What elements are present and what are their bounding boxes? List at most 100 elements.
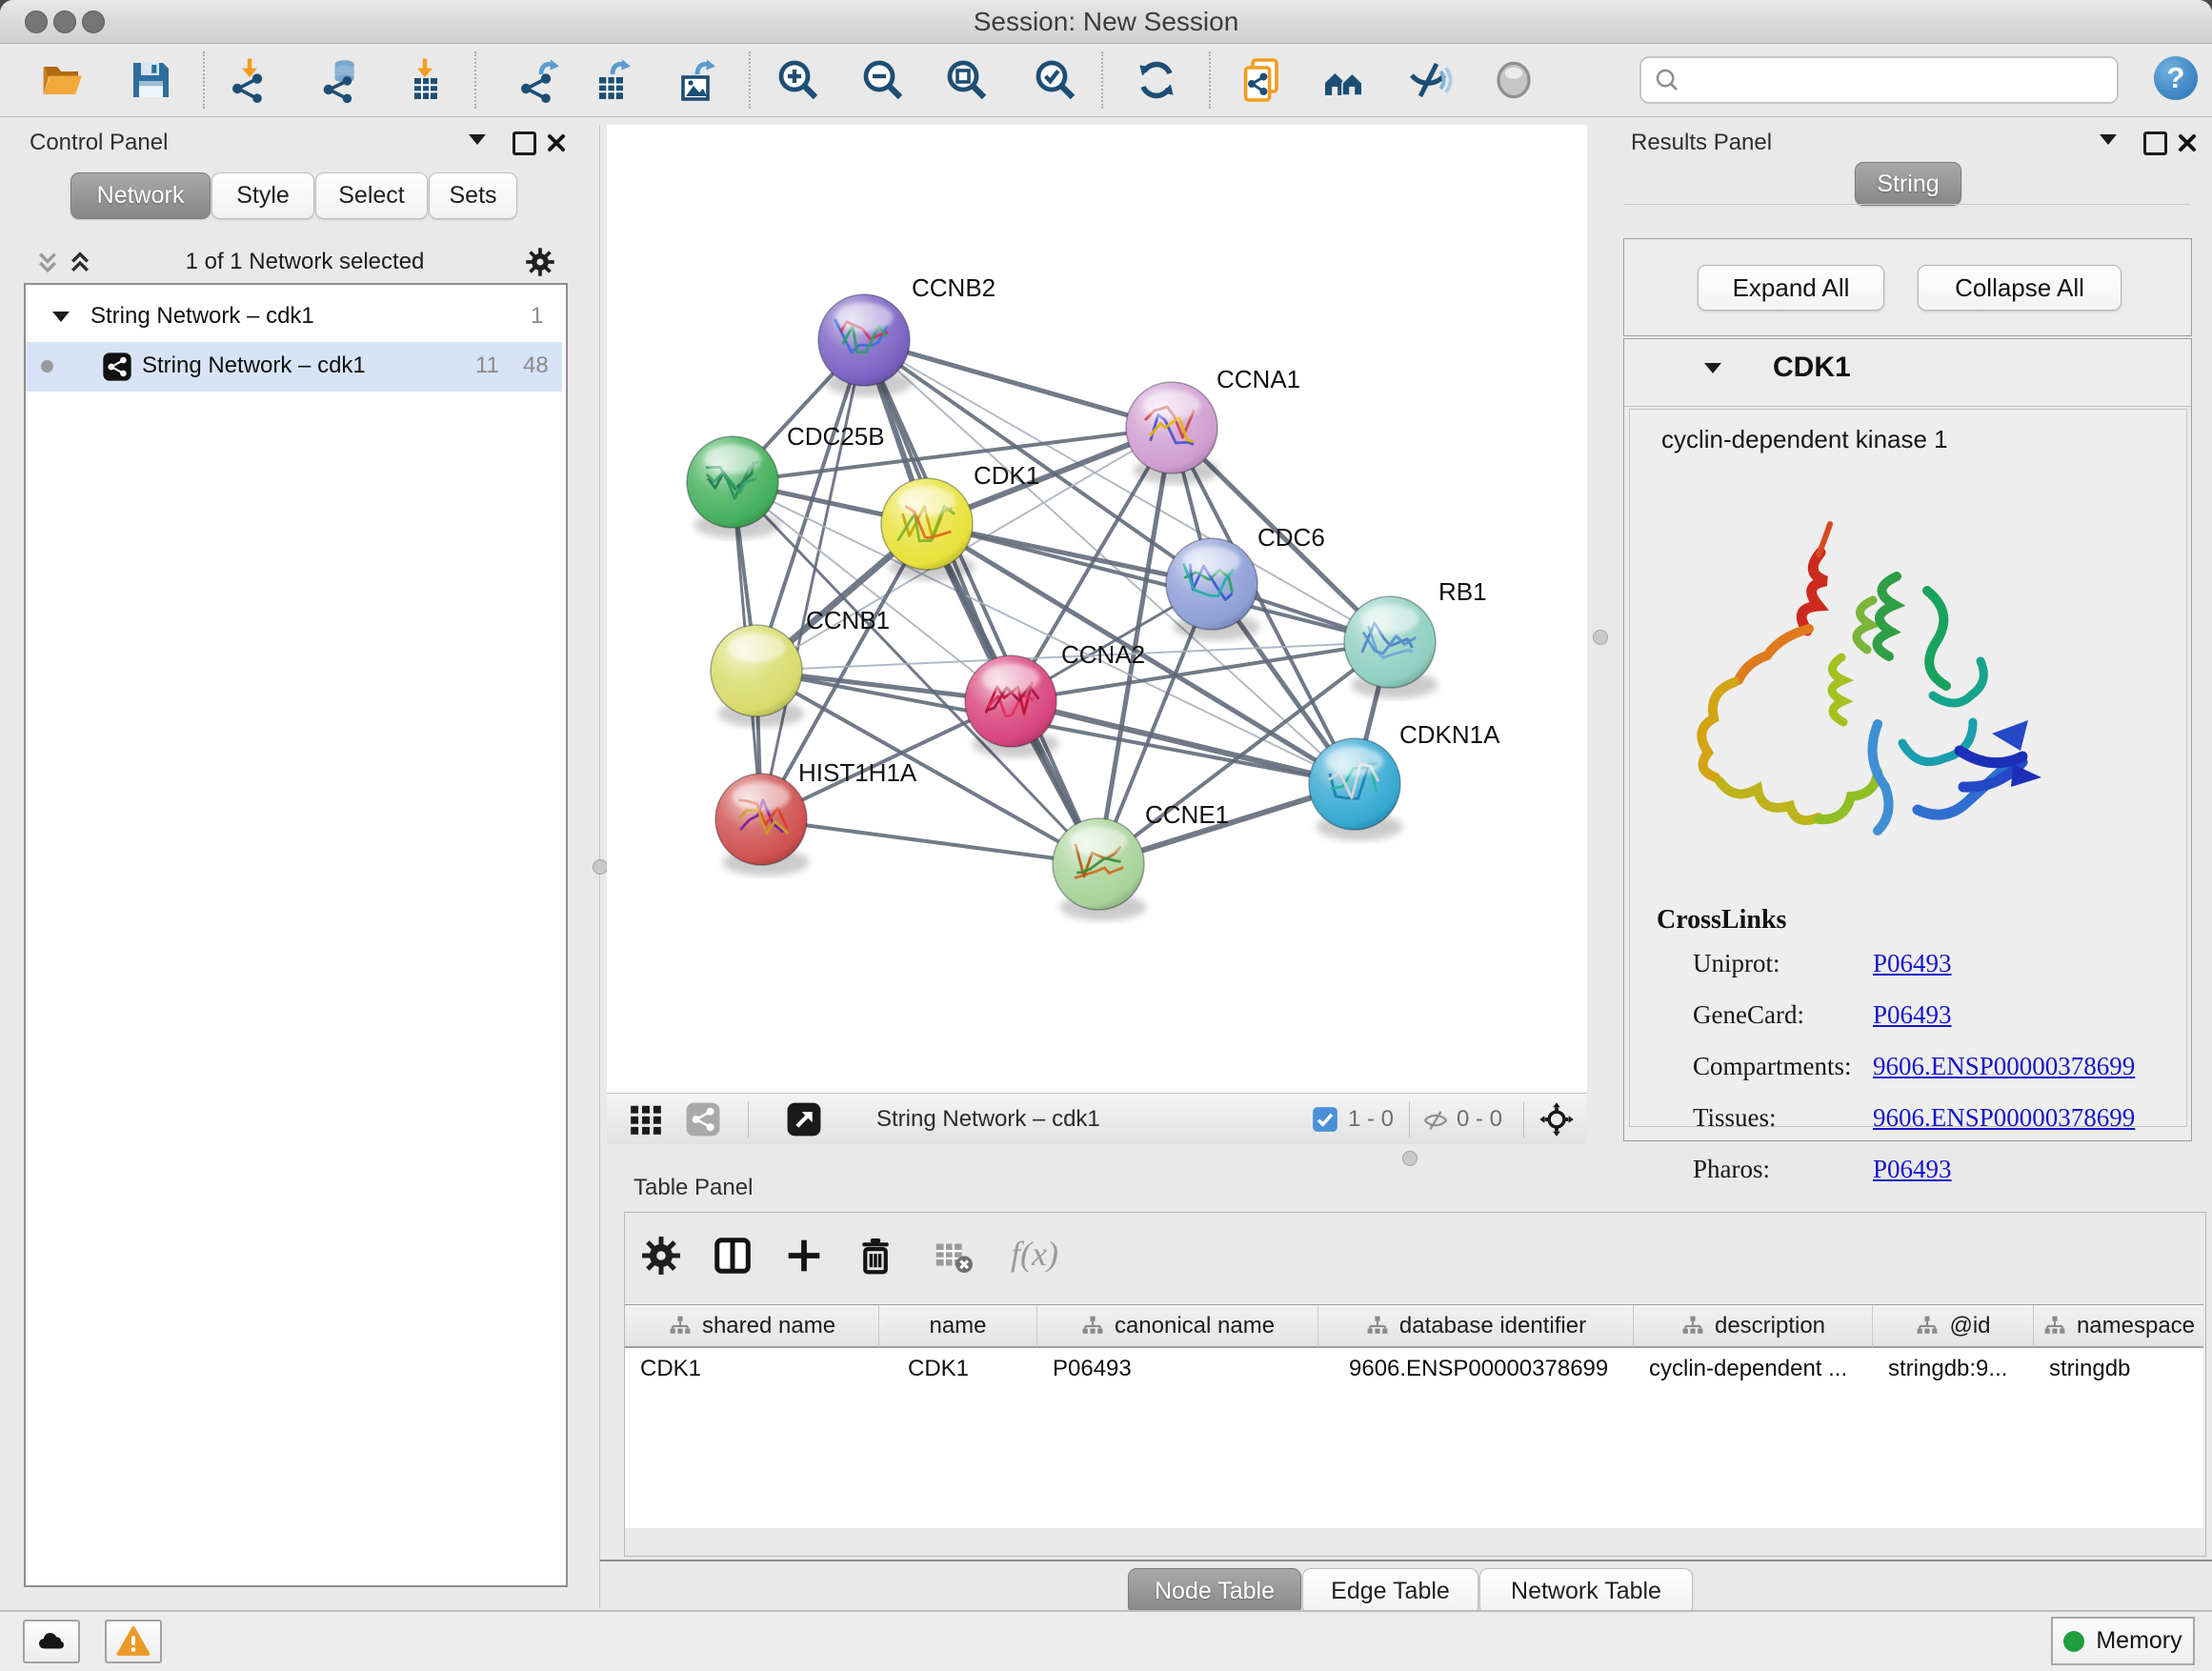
control-panel-float-icon[interactable]: [513, 131, 536, 155]
import-network-icon[interactable]: [227, 57, 272, 103]
warnings-button[interactable]: [105, 1620, 162, 1663]
network-tree-root-row[interactable]: String Network – cdk1 1: [26, 292, 562, 342]
fit-content-crosshair-icon[interactable]: [1538, 1101, 1575, 1137]
memory-button[interactable]: Memory: [2051, 1617, 2195, 1665]
network-edge-HIST1H1A-CCNE1[interactable]: [761, 819, 1098, 864]
tab-sets[interactable]: Sets: [429, 172, 517, 219]
first-neighbors-icon[interactable]: [1321, 57, 1367, 103]
network-share-icon[interactable]: [685, 1101, 721, 1137]
left-splitter-handle[interactable]: [593, 859, 608, 875]
table-cell[interactable]: cyclin-dependent ...: [1634, 1348, 1872, 1390]
column-header[interactable]: description: [1634, 1305, 1873, 1348]
column-header[interactable]: shared name: [625, 1305, 879, 1348]
entry-gene-name: CDK1: [1773, 352, 1851, 384]
table-cell[interactable]: stringdb: [2034, 1348, 2203, 1390]
right-splitter-handle[interactable]: [1593, 630, 1608, 645]
bottom-splitter-handle[interactable]: [1402, 1151, 1418, 1166]
refresh-icon[interactable]: [1134, 57, 1179, 103]
selected-checkbox-icon[interactable]: [1312, 1106, 1338, 1133]
zoom-selected-icon[interactable]: [1033, 57, 1078, 103]
export-image-icon[interactable]: [674, 57, 719, 103]
collapse-all-button[interactable]: Collapse All: [1918, 265, 2122, 311]
show-columns-icon[interactable]: [711, 1234, 754, 1278]
node-gloss: [728, 634, 785, 663]
help-button[interactable]: ?: [2154, 56, 2198, 100]
entry-description: cyclin-dependent kinase 1: [1661, 425, 1948, 454]
clone-network-icon[interactable]: [1238, 57, 1284, 103]
function-builder-icon[interactable]: f(x): [1011, 1234, 1058, 1274]
delete-table-icon[interactable]: [932, 1234, 975, 1278]
zoom-out-icon[interactable]: [860, 57, 906, 103]
tab-network-table[interactable]: Network Table: [1479, 1568, 1693, 1615]
tab-network[interactable]: Network: [70, 172, 211, 219]
crosslinks-heading: CrossLinks: [1657, 905, 1786, 936]
show-all-icon[interactable]: [1491, 57, 1537, 103]
collapse-all-networks-icon[interactable]: [34, 250, 61, 276]
tab-string[interactable]: String: [1855, 162, 1961, 206]
save-session-icon[interactable]: [128, 57, 173, 103]
tree-collapse-icon[interactable]: [52, 312, 70, 322]
column-label: namespace: [2077, 1313, 2195, 1339]
column-type-icon: [2042, 1314, 2067, 1339]
crosslink-pharos-link[interactable]: P06493: [1873, 1155, 1952, 1184]
open-session-icon[interactable]: [40, 57, 86, 103]
expand-all-button[interactable]: Expand All: [1698, 265, 1884, 311]
network-canvas[interactable]: CCNB2CCNA1CDC25BCDK1CDC6RB1CCNB1CCNA2CDK…: [607, 125, 1587, 1093]
crosslink-label: Uniprot:: [1693, 949, 1780, 978]
table-cell[interactable]: CDK1: [879, 1348, 1051, 1390]
hidden-eye-slash-icon[interactable]: [1421, 1106, 1450, 1135]
export-network-icon[interactable]: [515, 57, 561, 103]
export-table-icon[interactable]: [589, 57, 634, 103]
results-panel-menu-icon[interactable]: [2100, 134, 2117, 145]
toolbar-separator: [1523, 1101, 1524, 1137]
crosslink-uniprot-link[interactable]: P06493: [1873, 949, 1952, 978]
node-gloss: [1183, 547, 1240, 576]
network-options-gear-icon[interactable]: [524, 246, 556, 278]
network-label: String Network – cdk1: [142, 352, 366, 379]
results-panel-close-icon[interactable]: [2176, 131, 2199, 154]
tab-select[interactable]: Select: [315, 172, 428, 219]
zoom-fit-icon[interactable]: [944, 57, 990, 103]
table-cell[interactable]: stringdb:9...: [1873, 1348, 2033, 1390]
node-label-CCNA2: CCNA2: [1061, 640, 1145, 669]
column-header[interactable]: namespace: [2034, 1305, 2203, 1348]
crosslink-compartments-link[interactable]: 9606.ENSP00000378699: [1873, 1052, 2135, 1081]
network-edge-CCNB2-HIST1H1A[interactable]: [761, 340, 864, 819]
crosslink-genecard-link[interactable]: P06493: [1873, 1000, 1952, 1030]
crosslink-tissues-link[interactable]: 9606.ENSP00000378699: [1873, 1103, 2135, 1133]
tab-node-table[interactable]: Node Table: [1128, 1568, 1301, 1615]
network-graph[interactable]: CCNB2CCNA1CDC25BCDK1CDC6RB1CCNB1CCNA2CDK…: [607, 125, 1587, 1093]
open-in-window-icon[interactable]: [786, 1101, 822, 1137]
table-cell[interactable]: CDK1: [625, 1348, 878, 1390]
add-column-icon[interactable]: [782, 1234, 826, 1278]
column-header[interactable]: @id: [1873, 1305, 2034, 1348]
table-panel: f(x) shared name name canonical name dat…: [624, 1212, 2206, 1557]
cloud-status-button[interactable]: [23, 1620, 80, 1663]
hide-selected-icon[interactable]: [1407, 57, 1453, 103]
search-input[interactable]: [1681, 66, 2117, 94]
table-cell[interactable]: P06493: [1037, 1348, 1317, 1390]
table-settings-gear-icon[interactable]: [639, 1234, 683, 1278]
toolbar-separator: [1101, 51, 1103, 109]
table-cell[interactable]: 9606.ENSP00000378699: [1318, 1348, 1648, 1390]
network-tree-row-selected[interactable]: String Network – cdk1 11 48: [26, 342, 562, 392]
delete-column-trash-icon[interactable]: [854, 1234, 897, 1278]
zoom-in-icon[interactable]: [775, 57, 821, 103]
results-panel-title: Results Panel: [1631, 130, 1772, 156]
entry-collapse-icon[interactable]: [1704, 363, 1721, 373]
toolbar-separator: [203, 51, 205, 109]
column-header[interactable]: database identifier: [1318, 1305, 1634, 1348]
column-header[interactable]: canonical name: [1037, 1305, 1318, 1348]
birds-eye-grid-icon[interactable]: [628, 1101, 664, 1137]
tab-edge-table[interactable]: Edge Table: [1302, 1568, 1478, 1615]
column-header[interactable]: name: [879, 1305, 1037, 1348]
control-panel-menu-icon[interactable]: [469, 134, 486, 145]
crosslink-label: Tissues:: [1693, 1103, 1777, 1133]
results-panel-float-icon[interactable]: [2143, 131, 2167, 155]
expand-all-networks-icon[interactable]: [67, 250, 93, 276]
control-panel-close-icon[interactable]: [545, 131, 568, 154]
import-database-icon[interactable]: [318, 57, 364, 103]
column-type-icon: [1080, 1314, 1105, 1339]
tab-style[interactable]: Style: [211, 172, 314, 219]
import-table-icon[interactable]: [402, 57, 448, 103]
